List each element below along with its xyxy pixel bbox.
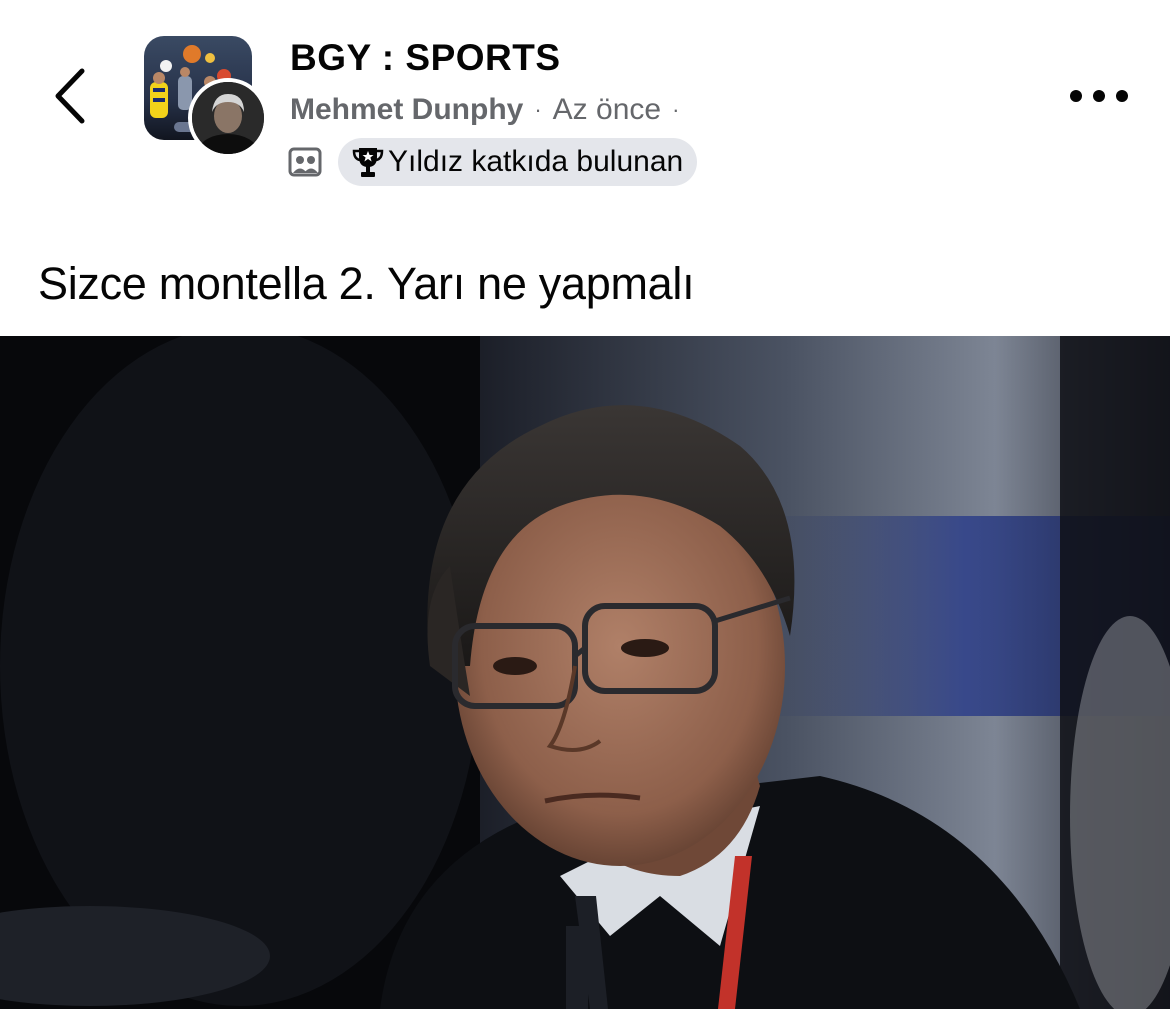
more-horizontal-icon <box>1070 90 1082 102</box>
post-meta: Mehmet Dunphy · Az önce · <box>290 88 679 132</box>
group-name[interactable]: BGY : SPORTS <box>290 36 561 80</box>
trophy-icon <box>352 145 384 179</box>
more-horizontal-icon <box>1116 90 1128 102</box>
contributor-badge[interactable]: Yıldız katkıda bulunan <box>338 138 698 186</box>
post-text: Sizce montella 2. Yarı ne yapmalı <box>38 258 695 309</box>
chevron-left-icon <box>55 68 85 124</box>
meta-separator: · <box>672 97 680 122</box>
back-button[interactable] <box>40 58 100 134</box>
author-avatar[interactable] <box>188 78 268 158</box>
post-time[interactable]: Az önce <box>553 93 661 127</box>
badge-row: Yıldız katkıda bulunan <box>288 138 698 186</box>
more-options-button[interactable] <box>1060 78 1138 114</box>
group-photo-icon <box>288 145 322 179</box>
badge-label: Yıldız katkıda bulunan <box>388 145 684 178</box>
more-horizontal-icon <box>1093 90 1105 102</box>
post-photo[interactable] <box>0 336 1170 1009</box>
author-name[interactable]: Mehmet Dunphy <box>290 93 523 127</box>
meta-separator: · <box>534 97 542 122</box>
